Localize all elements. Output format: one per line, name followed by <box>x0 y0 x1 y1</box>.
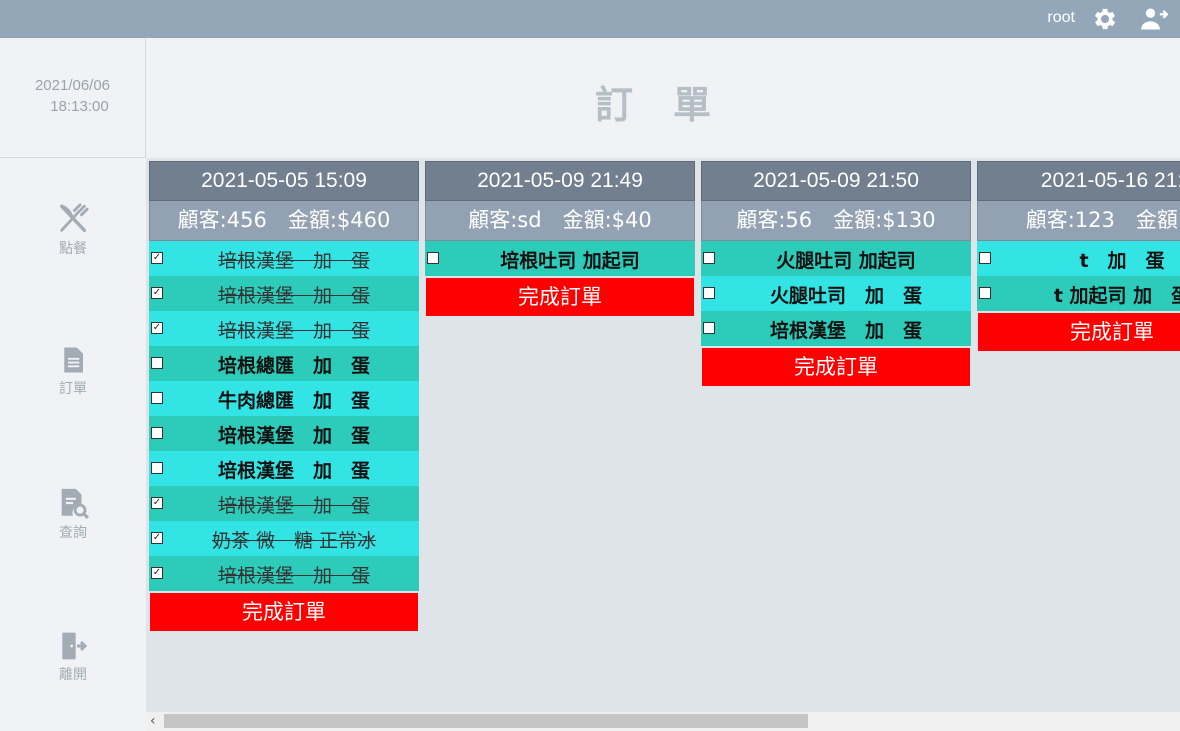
item-checkbox[interactable] <box>703 252 715 264</box>
page-title: 訂單 <box>594 83 751 127</box>
order-item[interactable]: ✓ 奶茶 微 糖 正常冰 <box>149 521 419 556</box>
clock-time: 18:13:00 <box>50 98 109 115</box>
order-item[interactable]: ✓ 培根漢堡 加 蛋 <box>149 486 419 521</box>
item-checkbox[interactable] <box>427 252 439 264</box>
order-item[interactable]: 火腿吐司 加起司 <box>701 241 971 276</box>
item-checkbox[interactable]: ✓ <box>151 497 163 509</box>
order-summary: 顧客:sd 金額:$40 <box>425 201 695 241</box>
item-checkbox[interactable] <box>151 427 163 439</box>
complete-order-button[interactable]: 完成訂單 <box>702 348 970 386</box>
order-item[interactable]: 培根吐司 加起司 <box>425 241 695 276</box>
complete-order-button[interactable]: 完成訂單 <box>426 278 694 316</box>
order-item[interactable]: ✓ 培根漢堡 加 蛋 <box>149 241 419 276</box>
item-checkbox[interactable]: ✓ <box>151 567 163 579</box>
item-checkbox[interactable] <box>703 322 715 334</box>
item-text: 培根漢堡 加 蛋 <box>217 565 370 587</box>
item-text: t 加起司 加 蛋 <box>1053 285 1180 307</box>
page-header: 訂單 <box>146 38 1180 158</box>
gear-icon[interactable] <box>1091 5 1119 33</box>
item-checkbox[interactable] <box>703 287 715 299</box>
utensils-icon <box>59 203 89 233</box>
item-checkbox[interactable] <box>979 252 991 264</box>
exit-door-icon <box>62 632 88 660</box>
order-item[interactable]: 牛肉總匯 加 蛋 <box>149 381 419 416</box>
sidebar-item-exit[interactable]: 離開 <box>0 630 146 684</box>
item-checkbox[interactable]: ✓ <box>151 532 163 544</box>
order-summary: 顧客:56 金額:$130 <box>701 201 971 241</box>
document-icon <box>64 347 83 373</box>
scroll-left-arrow-icon[interactable]: ‹ <box>150 713 156 729</box>
complete-order-button[interactable]: 完成訂單 <box>150 593 418 631</box>
item-checkbox[interactable]: ✓ <box>151 287 163 299</box>
item-text: 培根漢堡 加 蛋 <box>217 320 370 342</box>
username-label: root <box>1047 9 1075 26</box>
clock-panel: 2021/06/06 18:13:00 <box>0 38 146 158</box>
sidebar-item-search[interactable]: 查詢 <box>0 486 146 542</box>
item-text: 牛肉總匯 加 蛋 <box>217 390 370 412</box>
sidebar-item-orders[interactable]: 訂單 <box>0 344 146 398</box>
item-text: 培根漢堡 加 蛋 <box>217 460 370 482</box>
user-switch-icon[interactable] <box>1140 5 1168 33</box>
item-checkbox[interactable] <box>151 357 163 369</box>
item-text: 培根漢堡 加 蛋 <box>217 425 370 447</box>
order-item[interactable]: t 加起司 加 蛋 <box>977 276 1180 311</box>
search-document-icon <box>61 488 89 519</box>
item-text: 培根漢堡 加 蛋 <box>769 320 922 342</box>
order-item[interactable]: 培根漢堡 加 蛋 <box>701 311 971 346</box>
order-item[interactable]: ✓ 培根漢堡 加 蛋 <box>149 311 419 346</box>
item-checkbox[interactable]: ✓ <box>151 252 163 264</box>
item-text: 培根吐司 加起司 <box>500 250 640 272</box>
complete-order-button[interactable]: 完成訂單 <box>978 313 1180 351</box>
item-checkbox[interactable]: ✓ <box>151 322 163 334</box>
sidebar-item-label: 訂單 <box>59 381 87 397</box>
item-text: 培根總匯 加 蛋 <box>217 355 370 377</box>
sidebar-item-label: 離開 <box>59 667 87 683</box>
item-text: t 加 蛋 <box>1079 250 1165 272</box>
sidebar-item-order-food[interactable]: 點餐 <box>0 202 146 258</box>
item-text: 火腿吐司 加起司 <box>776 250 916 272</box>
scrollbar-thumb[interactable] <box>164 714 808 728</box>
order-time: 2021-05-09 21:50 <box>701 161 971 201</box>
order-item[interactable]: 培根漢堡 加 蛋 <box>149 451 419 486</box>
item-checkbox[interactable] <box>979 287 991 299</box>
item-text: 培根漢堡 加 蛋 <box>217 495 370 517</box>
item-text: 奶茶 微 糖 正常冰 <box>211 530 377 552</box>
order-time: 2021-05-16 21: <box>977 161 1180 201</box>
order-card: 2021-05-09 21:50 顧客:56 金額:$130 火腿吐司 加起司 … <box>701 161 971 386</box>
item-text: 培根漢堡 加 蛋 <box>217 250 370 272</box>
sidebar-item-label: 查詢 <box>59 525 87 541</box>
order-time: 2021-05-09 21:49 <box>425 161 695 201</box>
top-bar: root <box>0 0 1180 38</box>
order-summary: 顧客:456 金額:$460 <box>149 201 419 241</box>
order-time: 2021-05-05 15:09 <box>149 161 419 201</box>
order-item[interactable]: ✓ 培根漢堡 加 蛋 <box>149 276 419 311</box>
order-item[interactable]: 培根總匯 加 蛋 <box>149 346 419 381</box>
sidebar-item-label: 點餐 <box>59 241 87 257</box>
orders-board: 2021-05-05 15:09 顧客:456 金額:$460 ✓ 培根漢堡 加 … <box>146 158 1180 712</box>
sidebar: 點餐 訂單 查詢 離開 <box>0 158 146 731</box>
order-card: 2021-05-05 15:09 顧客:456 金額:$460 ✓ 培根漢堡 加 … <box>149 161 419 631</box>
item-checkbox[interactable] <box>151 462 163 474</box>
clock-date: 2021/06/06 <box>34 77 111 94</box>
order-item[interactable]: 培根漢堡 加 蛋 <box>149 416 419 451</box>
item-text: 培根漢堡 加 蛋 <box>217 285 370 307</box>
horizontal-scrollbar[interactable]: ‹ <box>146 712 1180 731</box>
item-text: 火腿吐司 加 蛋 <box>769 285 922 307</box>
order-card: 2021-05-16 21: 顧客:123 金額:$ t 加 蛋 t 加起司 加… <box>977 161 1180 351</box>
order-item[interactable]: ✓ 培根漢堡 加 蛋 <box>149 556 419 591</box>
order-card: 2021-05-09 21:49 顧客:sd 金額:$40 培根吐司 加起司 完… <box>425 161 695 316</box>
order-summary: 顧客:123 金額:$ <box>977 201 1180 241</box>
item-checkbox[interactable] <box>151 392 163 404</box>
order-item[interactable]: 火腿吐司 加 蛋 <box>701 276 971 311</box>
order-item[interactable]: t 加 蛋 <box>977 241 1180 276</box>
